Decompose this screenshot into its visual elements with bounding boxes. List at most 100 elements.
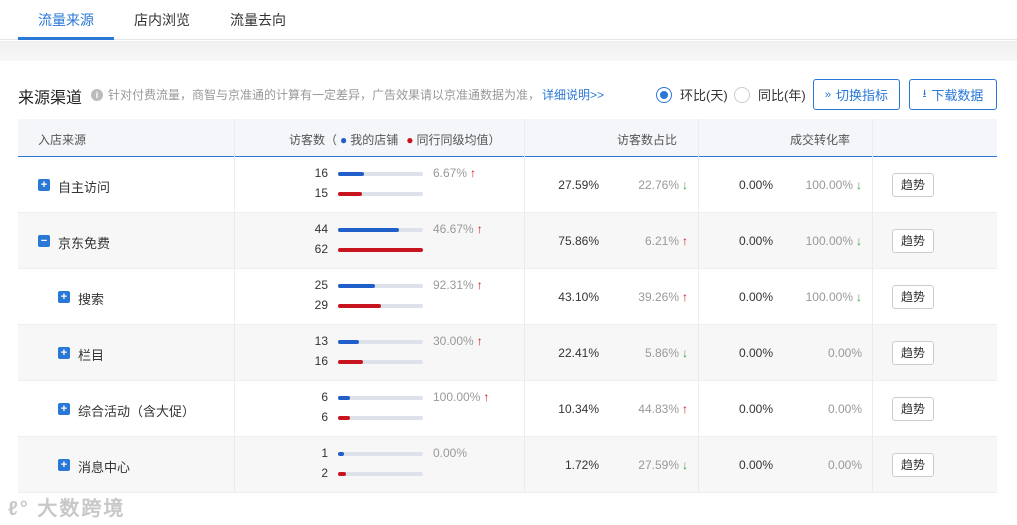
trend-button[interactable]: 趋势 [892, 453, 934, 477]
collapse-icon[interactable]: − [38, 235, 50, 247]
download-data-button[interactable]: ⭳ 下载数据 [909, 79, 997, 110]
peer-bar [338, 360, 423, 364]
share-change-up-arrow-icon: ↑ [682, 290, 688, 304]
trend-button[interactable]: 趋势 [892, 173, 934, 197]
radio-selected-icon [656, 86, 672, 103]
header-visitors: 访客数（ ● 我的店铺 ● 同行同级均值 ） [289, 131, 501, 148]
my-store-bar-fill [338, 172, 364, 176]
section-note: i 针对付费流量，商智与京准通的计算有一定差异，广告效果请以京准通数据为准， 详… [91, 86, 604, 103]
visitor-share-change: 39.26% ↑ [608, 290, 688, 304]
conversion-rate-change: 0.00% [778, 402, 862, 416]
switch-metrics-label: 切换指标 [836, 88, 889, 103]
my-store-visitors: 13 [314, 334, 328, 348]
my-store-visitors: 25 [314, 278, 328, 292]
watermark-text: 大数跨境 [37, 498, 126, 520]
peer-visitors: 15 [314, 186, 328, 200]
conversion-rate-change: 0.00% [778, 346, 862, 360]
visitor-change: 92.31% ↑ [433, 278, 483, 292]
header-source: 入店来源 [38, 133, 87, 147]
visitor-change: 0.00% [433, 446, 467, 460]
share-change-down-arrow-icon: ↓ [682, 178, 688, 192]
peer-visitors: 62 [314, 242, 328, 256]
conversion-rate: 0.00% [738, 290, 773, 304]
tab-traffic-source[interactable]: 流量来源 [38, 10, 94, 30]
column-divider [698, 119, 699, 493]
source-name: 搜索 [78, 292, 105, 307]
conversion-rate: 0.00% [738, 234, 773, 248]
tab-traffic-destination[interactable]: 流量去向 [230, 10, 286, 30]
source-name: 京东免费 [58, 236, 111, 251]
conversion-rate-change-value: 0.00% [827, 402, 862, 416]
visitor-share-change-value: 27.59% [638, 458, 679, 472]
radio-day-compare[interactable]: 环比(天) [656, 85, 728, 104]
expand-icon[interactable]: + [58, 403, 70, 415]
visitor-share-change-value: 22.76% [638, 178, 679, 192]
peer-legend-dot-icon: ● [406, 132, 414, 147]
download-data-label: 下载数据 [931, 88, 984, 103]
table-row: + 搜索 25 29 92.31% ↑ 43.10% 39.26% ↑ 0.00% … [18, 269, 997, 325]
visitor-share-change: 6.21% ↑ [608, 234, 688, 248]
peer-bar-fill [338, 248, 423, 252]
visitor-change-up-arrow-icon: ↑ [476, 222, 483, 236]
visitor-change-value: 92.31% [433, 278, 474, 292]
visitor-share-change: 5.86% ↓ [608, 346, 688, 360]
conv-change-down-arrow-icon: ↓ [856, 178, 862, 192]
header-conversion: 成交转化率 [790, 133, 851, 147]
visitor-change-value: 6.67% [433, 166, 468, 180]
peer-bar-fill [338, 360, 363, 364]
peer-bar [338, 472, 423, 476]
watermark-logo: ℓ° 大数跨境 [8, 492, 125, 521]
radio-year-compare[interactable]: 同比(年) [734, 85, 806, 104]
expand-icon[interactable]: + [58, 291, 70, 303]
expand-icon[interactable]: + [38, 179, 50, 191]
visitor-share-change: 22.76% ↓ [608, 178, 688, 192]
header-share: 访客数占比 [617, 133, 678, 147]
table-row: + 综合活动（含大促） 6 6 100.00% ↑ 10.34% 44.83% ↑ … [18, 381, 997, 437]
column-divider [524, 119, 525, 493]
visitor-share: 43.10% [558, 290, 599, 304]
conversion-rate-change-value: 100.00% [805, 178, 853, 192]
source-name: 综合活动（含大促） [78, 404, 196, 419]
info-icon: i [91, 88, 103, 101]
column-divider [872, 119, 873, 493]
visitor-share: 1.72% [564, 458, 599, 472]
conversion-rate-change: 100.00% ↓ [778, 234, 862, 248]
visitor-change: 30.00% ↑ [433, 334, 483, 348]
my-store-bar [338, 340, 423, 344]
conversion-rate-change: 100.00% ↓ [778, 290, 862, 304]
visitor-share-change: 27.59% ↓ [608, 458, 688, 472]
my-store-bar [338, 284, 423, 288]
conversion-rate-change: 0.00% [778, 458, 862, 472]
trend-button[interactable]: 趋势 [892, 285, 934, 309]
my-store-visitors: 16 [314, 166, 328, 180]
conversion-rate-change-value: 0.00% [827, 346, 862, 360]
trend-button[interactable]: 趋势 [892, 341, 934, 365]
peer-bar [338, 248, 423, 252]
peer-bar [338, 416, 423, 420]
visitor-share-change-value: 5.86% [644, 346, 679, 360]
visitor-share: 22.41% [558, 346, 599, 360]
tab-in-store-browse[interactable]: 店内浏览 [134, 10, 190, 30]
table-row: + 栏目 13 16 30.00% ↑ 22.41% 5.86% ↓ 0.00% 0… [18, 325, 997, 381]
switch-metrics-button[interactable]: » 切换指标 [813, 79, 900, 110]
radio-day-label: 环比(天) [680, 88, 728, 103]
trend-button[interactable]: 趋势 [892, 397, 934, 421]
trend-button[interactable]: 趋势 [892, 229, 934, 253]
header-visitors-label: 访客数（ [289, 133, 338, 147]
radio-unselected-icon [734, 86, 750, 103]
visitor-share: 27.59% [558, 178, 599, 192]
my-store-bar [338, 172, 423, 176]
my-store-bar-fill [338, 452, 344, 456]
peer-bar [338, 304, 423, 308]
expand-icon[interactable]: + [58, 459, 70, 471]
expand-icon[interactable]: + [58, 347, 70, 359]
my-store-legend-dot-icon: ● [340, 132, 348, 147]
peer-visitors: 2 [321, 466, 328, 480]
double-chevron-down-icon: » [824, 88, 832, 101]
source-name: 消息中心 [78, 460, 131, 475]
details-link[interactable]: 详细说明>> [542, 86, 604, 103]
section-title: 来源渠道 [18, 90, 83, 107]
download-icon: ⭳ [922, 88, 927, 100]
visitor-change: 100.00% ↑ [433, 390, 489, 404]
table-row: + 消息中心 1 2 0.00% 1.72% 27.59% ↓ 0.00% 0.0… [18, 437, 997, 493]
